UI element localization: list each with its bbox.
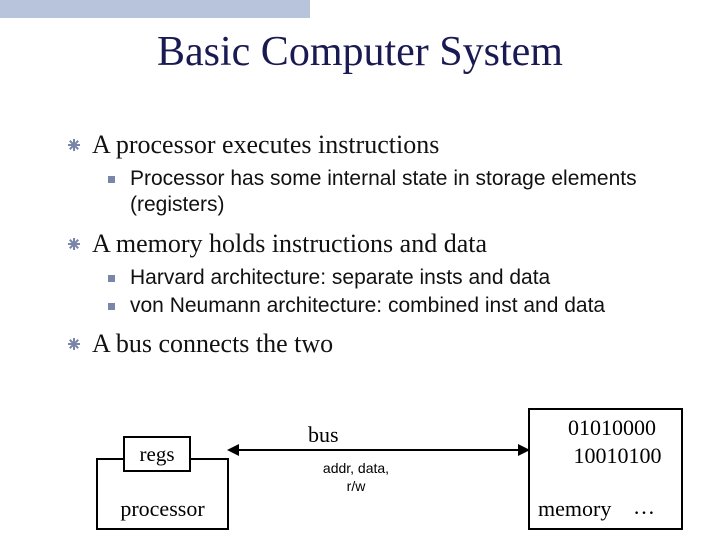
memory-contents: 01010000 10010100 — [568, 414, 662, 469]
bullet-level1: A memory holds instructions and data — [68, 229, 690, 259]
bullet-text: A memory holds instructions and data — [92, 229, 487, 258]
square-bullet-icon — [108, 303, 115, 310]
bus-label: bus — [308, 422, 339, 448]
bullet-content: A processor executes instructions Proces… — [68, 120, 690, 365]
bullet-text: A bus connects the two — [92, 329, 333, 358]
system-diagram: processor regs bus addr, data, r/w memor… — [68, 408, 688, 533]
memory-line: 01010000 — [568, 414, 662, 442]
bus-sublabel: addr, data, r/w — [306, 460, 406, 495]
star-bullet-icon — [68, 238, 80, 250]
decorative-header-bar — [0, 0, 310, 18]
star-bullet-icon — [68, 338, 80, 350]
bullet-text: von Neumann architecture: combined inst … — [130, 294, 605, 317]
bullet-level2: von Neumann architecture: combined inst … — [108, 293, 690, 319]
bus-arrow — [229, 449, 528, 451]
slide-title: Basic Computer System — [0, 28, 720, 76]
bullet-text: Harvard architecture: separate insts and… — [130, 266, 550, 289]
square-bullet-icon — [108, 275, 115, 282]
square-bullet-icon — [108, 176, 115, 183]
bullet-text: A processor executes instructions — [92, 130, 439, 159]
memory-label: memory — [538, 496, 611, 522]
bullet-level1: A bus connects the two — [68, 329, 690, 359]
bullet-level2: Processor has some internal state in sto… — [108, 166, 690, 219]
bullet-level1: A processor executes instructions — [68, 130, 690, 160]
memory-line: 10010100 — [568, 442, 662, 470]
bullet-text: Processor has some internal state in sto… — [130, 167, 637, 216]
processor-label: processor — [120, 496, 204, 522]
bullet-level2: Harvard architecture: separate insts and… — [108, 265, 690, 291]
registers-box: regs — [123, 436, 191, 472]
memory-ellipsis: … — [633, 494, 655, 520]
regs-label: regs — [140, 442, 175, 467]
star-bullet-icon — [68, 139, 80, 151]
